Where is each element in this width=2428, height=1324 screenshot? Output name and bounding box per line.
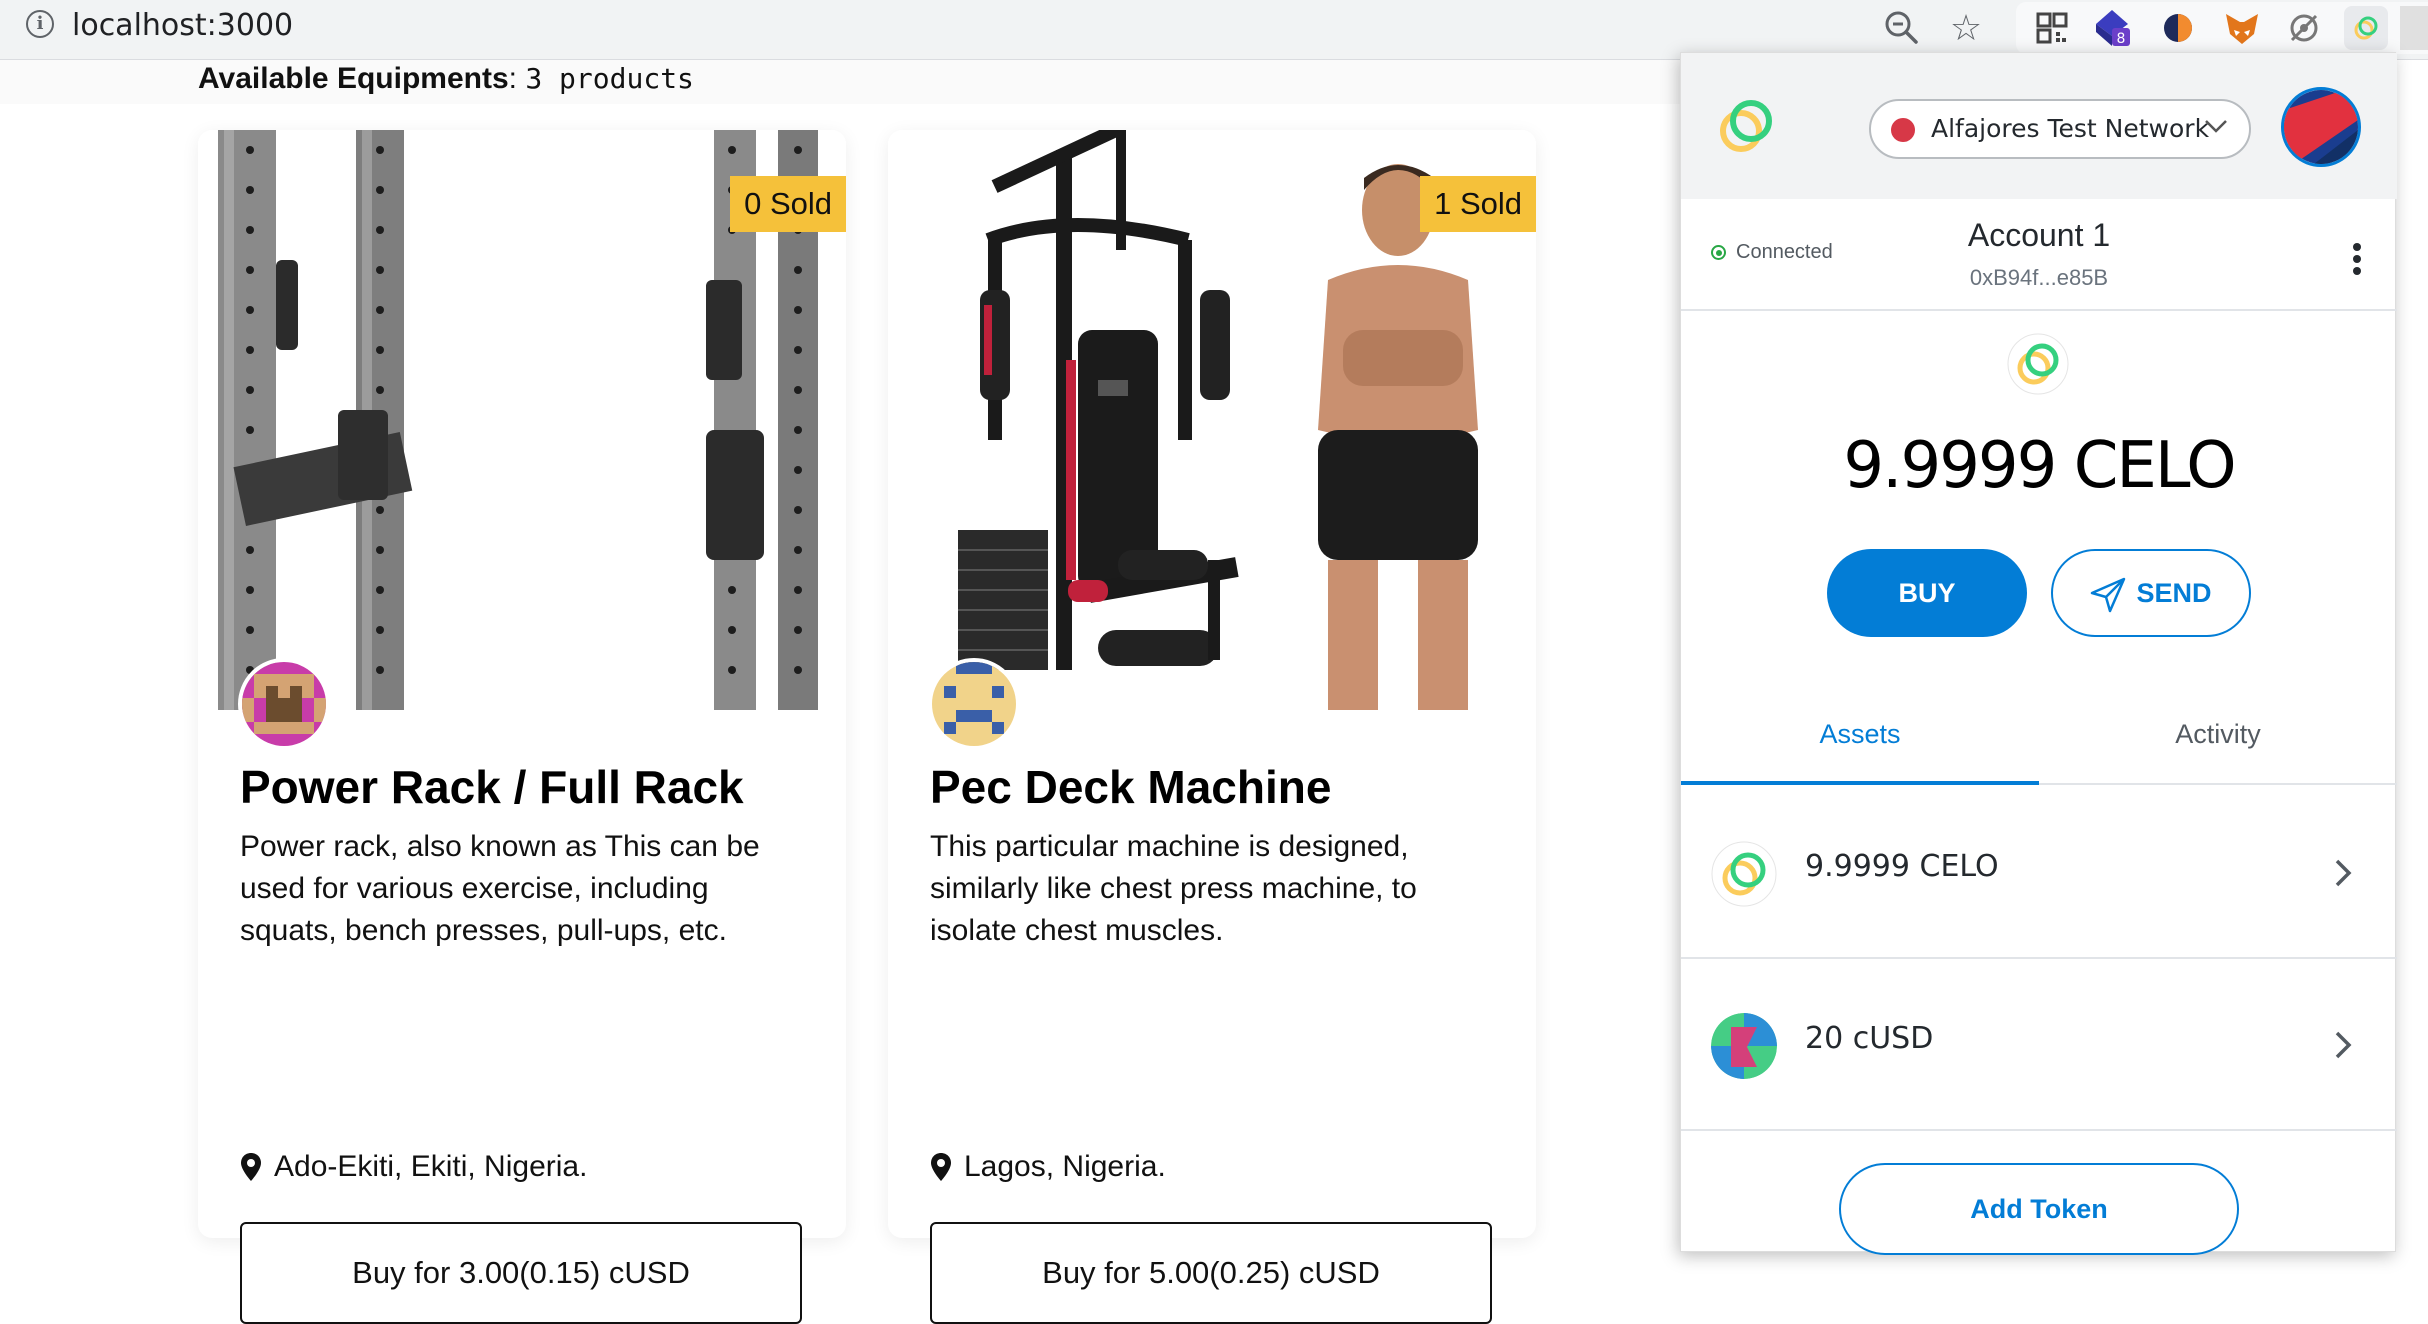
- tab-activity[interactable]: Activity: [2039, 719, 2397, 785]
- product-count: 3 products: [525, 62, 694, 95]
- extension-icon[interactable]: 8: [2090, 6, 2134, 50]
- product-card: 0 Sold Power Rack / Full Rack Power rack…: [198, 130, 846, 1324]
- buy-button[interactable]: Buy for 5.00(0.25) cUSD: [930, 1222, 1492, 1324]
- product-description: This particular machine is designed, sim…: [930, 830, 1417, 947]
- sold-badge: 0 Sold: [730, 176, 846, 232]
- product-description: Power rack, also known as This can be us…: [240, 830, 760, 947]
- avatar: [238, 658, 330, 750]
- available-label: Available Equipments: [198, 62, 509, 95]
- avatar: [928, 658, 1020, 750]
- extension-icon[interactable]: [2156, 6, 2200, 50]
- star-icon[interactable]: ☆: [1944, 6, 1988, 50]
- qr-icon[interactable]: [2030, 6, 2074, 50]
- metamask-fox-icon[interactable]: [2220, 6, 2264, 50]
- divider: [1681, 309, 2397, 311]
- balance-amount: 9.9999 CELO: [1843, 429, 2236, 503]
- address-bar[interactable]: localhost:3000: [72, 8, 293, 43]
- chevron-down-icon: [2205, 120, 2227, 133]
- asset-label: 9.9999 CELO: [1805, 849, 1999, 884]
- location-pin-icon: [241, 1153, 261, 1181]
- wallet-buy-button[interactable]: BUY: [1827, 549, 2027, 637]
- puzzle-icon[interactable]: [2282, 6, 2326, 50]
- account-address[interactable]: 0xB94f...e85B: [1681, 265, 2397, 291]
- available-separator: :: [508, 62, 517, 95]
- product-image: 1 Sold: [888, 130, 1536, 710]
- kebab-menu-icon[interactable]: [2347, 239, 2367, 279]
- sold-badge: 1 Sold: [1420, 176, 1536, 232]
- product-card: 1 Sold Pec Deck Machine This particular …: [888, 130, 1536, 1324]
- product-location: Lagos, Nigeria.: [930, 1150, 1166, 1184]
- celo-icon: [1711, 841, 1777, 907]
- network-selector[interactable]: Alfajores Test Network: [1869, 99, 2251, 159]
- svg-text:8: 8: [2117, 31, 2126, 47]
- cusd-icon: [1711, 1013, 1777, 1079]
- chevron-right-icon: [2335, 1031, 2352, 1059]
- tab-assets[interactable]: Assets: [1681, 719, 2039, 785]
- account-avatar[interactable]: [2281, 87, 2361, 167]
- product-title: Power Rack / Full Rack: [240, 761, 744, 813]
- browser-toolbar: i localhost:3000 ☆ 8: [0, 0, 2428, 60]
- celo-logo-icon: [1720, 100, 1772, 152]
- product-title: Pec Deck Machine: [930, 761, 1332, 813]
- puzzle-icon[interactable]: [2400, 6, 2428, 50]
- product-location: Ado-Ekiti, Ekiti, Nigeria.: [240, 1150, 587, 1184]
- celo-token-icon: [2007, 333, 2069, 395]
- send-button[interactable]: SEND: [2051, 549, 2251, 637]
- zoom-icon[interactable]: [1880, 6, 1924, 50]
- location-text: Lagos, Nigeria.: [964, 1150, 1166, 1183]
- add-token-button[interactable]: Add Token: [1839, 1163, 2239, 1255]
- asset-label: 20 cUSD: [1805, 1021, 1934, 1056]
- account-name: Account 1: [1967, 217, 2111, 253]
- available-equipments-heading: Available Equipments: 3 products: [198, 62, 694, 96]
- network-label: Alfajores Test Network: [1931, 114, 2210, 143]
- buy-button[interactable]: Buy for 3.00(0.15) cUSD: [240, 1222, 802, 1324]
- product-image: 0 Sold: [198, 130, 846, 710]
- asset-row-cusd[interactable]: 20 cUSD: [1681, 961, 2397, 1131]
- network-status-dot: [1891, 118, 1915, 142]
- location-pin-icon: [931, 1153, 951, 1181]
- wallet-popup: Alfajores Test Network Connected Account…: [1680, 52, 2397, 1255]
- celo-extension-icon[interactable]: [2344, 6, 2388, 50]
- send-arrow-icon: [2091, 577, 2126, 613]
- asset-row-celo[interactable]: 9.9999 CELO: [1681, 789, 2397, 959]
- send-label: SEND: [2136, 578, 2212, 608]
- wallet-header: Alfajores Test Network: [1681, 53, 2397, 199]
- location-text: Ado-Ekiti, Ekiti, Nigeria.: [274, 1150, 588, 1183]
- chevron-right-icon: [2335, 859, 2352, 887]
- info-icon[interactable]: i: [26, 10, 54, 38]
